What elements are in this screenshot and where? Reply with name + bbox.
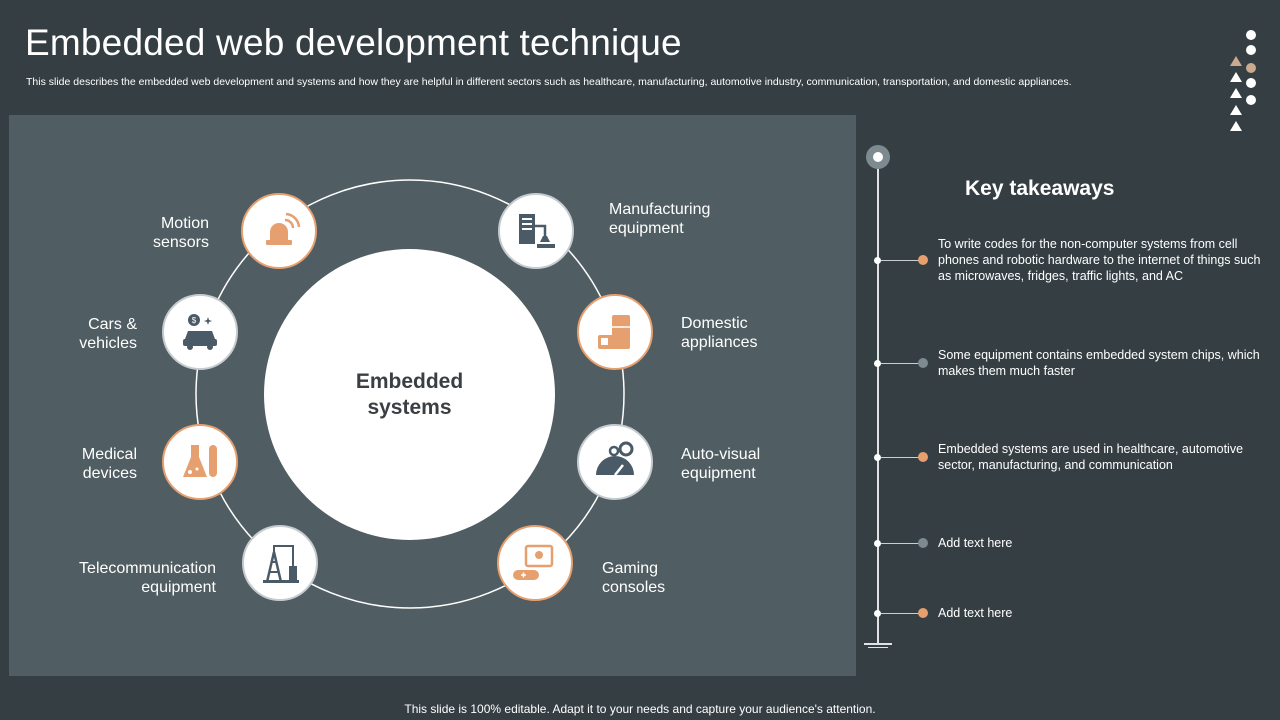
- node-motion-sensors[interactable]: [241, 193, 317, 269]
- timeline-node: [874, 454, 881, 461]
- node-cars-vehicles[interactable]: $: [162, 294, 238, 370]
- node-label-medical-devices: Medical devices: [81, 446, 137, 482]
- takeaway-text: Add text here: [938, 606, 1013, 620]
- car-money-icon: $: [183, 314, 217, 350]
- takeaway-item: Some equipment contains embedded system …: [0, 348, 1280, 378]
- node-label-motion-sensors: Motion sensors: [152, 215, 209, 251]
- node-label-telecommunication-equipment: Telecommunication equipment: [79, 560, 216, 596]
- timeline-node: [874, 257, 881, 264]
- takeaway-bullet-icon: [918, 358, 928, 368]
- takeaway-text: To write codes for the non-computer syst…: [938, 237, 1261, 283]
- takeaway-bullet-icon: [918, 255, 928, 265]
- svg-text:$: $: [192, 316, 197, 325]
- takeaway-bullet-icon: [918, 452, 928, 462]
- node-label-manufacturing-equipment: Manufacturing equipment: [609, 201, 711, 237]
- gauge-gears-icon: [596, 441, 634, 476]
- slide-subtitle: This slide describes the embedded web de…: [26, 76, 1072, 88]
- timeline-base-shadow: [868, 647, 888, 648]
- timeline-line: [877, 160, 879, 645]
- antenna-tower-icon: [263, 545, 299, 583]
- timeline-connector: [881, 613, 921, 614]
- alarm-siren-icon: [266, 212, 301, 245]
- takeaway-item: Add text here: [0, 606, 1280, 620]
- slide-title: Embedded web development technique: [25, 22, 682, 63]
- center-hub: Embedded systems: [264, 249, 555, 540]
- appliances-icon: [598, 315, 630, 349]
- node-auto-visual-equipment[interactable]: [577, 424, 653, 500]
- timeline-connector: [881, 457, 921, 458]
- center-label: Embedded systems: [355, 369, 464, 419]
- takeaway-text: Embedded systems are used in healthcare,…: [938, 442, 1244, 472]
- node-gaming-consoles[interactable]: [497, 525, 573, 601]
- decorative-shapes-icon: [1230, 30, 1256, 131]
- takeaway-text: Add text here: [938, 536, 1013, 550]
- node-manufacturing-equipment[interactable]: [498, 193, 574, 269]
- timeline-connector: [881, 543, 921, 544]
- node-label-cars-vehicles: Cars & vehicles: [79, 316, 137, 352]
- factory-machine-icon: [519, 214, 555, 248]
- timeline-node: [874, 360, 881, 367]
- timeline-connector: [881, 260, 921, 261]
- takeaway-item: Add text here: [0, 536, 1280, 550]
- takeaway-bullet-icon: [918, 538, 928, 548]
- takeaway-bullet-icon: [918, 608, 928, 618]
- timeline-node: [874, 540, 881, 547]
- takeaway-text: Some equipment contains embedded system …: [938, 348, 1260, 378]
- node-label-domestic-appliances: Domestic appliances: [681, 315, 758, 351]
- key-takeaways-title: Key takeaways: [965, 177, 1115, 200]
- gamepad-icon: [513, 544, 554, 580]
- timeline-base: [864, 643, 892, 645]
- timeline-start-icon: [866, 145, 890, 169]
- footer-note: This slide is 100% editable. Adapt it to…: [404, 702, 876, 716]
- node-label-auto-visual-equipment: Auto-visual equipment: [681, 446, 761, 482]
- node-telecommunication-equipment[interactable]: [242, 525, 318, 601]
- timeline-connector: [881, 363, 921, 364]
- node-medical-devices[interactable]: [162, 424, 238, 500]
- takeaway-item: Embedded systems are used in healthcare,…: [0, 442, 1280, 472]
- takeaway-item: To write codes for the non-computer syst…: [0, 237, 1280, 283]
- timeline-node: [874, 610, 881, 617]
- node-domestic-appliances[interactable]: [577, 294, 653, 370]
- lab-flask-icon: [183, 445, 217, 477]
- diagram-panel: Embedded systems Motion sensors Manufact…: [9, 115, 856, 676]
- node-label-gaming-consoles: Gaming consoles: [602, 560, 666, 596]
